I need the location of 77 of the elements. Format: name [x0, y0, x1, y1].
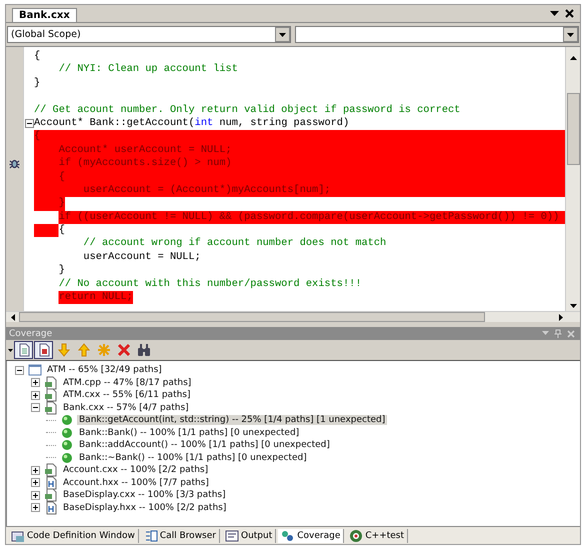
scroll-left-icon[interactable] — [10, 312, 16, 322]
ball-icon — [60, 426, 74, 440]
tree-item[interactable]: Bank::getAccount(int, std::string) -- 25% [1/4 paths] [1 unexpected] — [77, 415, 388, 426]
code-line: } — [34, 76, 40, 90]
code-text: int — [194, 116, 214, 129]
code-line: // Get acount number. Only return valid object if password is correct — [34, 104, 460, 117]
tab-icon — [349, 528, 364, 542]
ball-icon — [60, 450, 74, 465]
dropdown-field[interactable] — [295, 26, 579, 43]
toolbar-button[interactable] — [14, 341, 33, 359]
dropdown-icon[interactable] — [8, 348, 13, 352]
ball-icon — [60, 438, 74, 452]
tree-item[interactable]: Bank::Bank() -- 100% [1/1 paths] [0 unexpected] — [77, 428, 302, 438]
code-line: } — [58, 264, 65, 278]
source-file-icon — [44, 488, 58, 502]
binoculars-icon — [136, 342, 152, 358]
scroll-up-icon[interactable] — [568, 55, 578, 61]
code-text: Account* Bank::getAccount( — [34, 116, 195, 129]
code-line: { — [34, 50, 40, 64]
tab-icon — [144, 528, 158, 542]
dropdown-icon[interactable] — [550, 10, 559, 16]
panel-tab[interactable]: Code Definition Window — [8, 528, 139, 542]
header-file-icon — [44, 476, 58, 490]
scroll-right-icon[interactable] — [558, 312, 564, 322]
tree-item[interactable]: ATM -- 65% [32/49 paths] — [45, 365, 164, 376]
tab-icon — [11, 528, 25, 542]
panel-tab[interactable]: Call Browser — [140, 528, 220, 542]
code-line: // NYI: Clean up account list — [58, 63, 238, 77]
document-tab[interactable]: Bank.cxx — [12, 8, 77, 22]
close-icon[interactable] — [565, 9, 574, 18]
dropdown-field[interactable]: (Global Scope) — [7, 26, 291, 43]
tab-icon — [224, 528, 239, 542]
toolbar-button[interactable] — [34, 341, 53, 359]
scroll-thumb[interactable] — [19, 312, 485, 322]
code-line: userAccount = NULL; — [82, 250, 201, 264]
down-arrow-icon — [56, 342, 72, 358]
code-line: // account wrong if account number does not match — [82, 237, 386, 251]
tree-item[interactable]: BaseDisplay.hxx -- 100% [2/2 paths] — [61, 502, 228, 513]
tree-item[interactable]: Bank::~Bank() -- 100% [1/1 paths] [0 unexpected] — [77, 452, 309, 463]
panel-tab[interactable]: Coverage — [278, 528, 344, 542]
scroll-thumb[interactable] — [566, 93, 580, 165]
source-file-icon — [44, 376, 58, 390]
collapse-icon[interactable] — [30, 403, 40, 412]
tree-item[interactable]: ATM.cxx -- 55% [6/11 paths] — [61, 390, 193, 400]
source-file-icon — [44, 463, 58, 478]
dropdown-arrow-icon[interactable] — [567, 32, 574, 36]
tree-item[interactable]: Account.hxx -- 100% [7/7 paths] — [61, 478, 211, 488]
vertical-scrollbar[interactable] — [565, 47, 580, 311]
header-file-icon — [44, 500, 58, 515]
scroll-down-icon[interactable] — [568, 303, 578, 309]
tree-item[interactable]: ATM.cpp -- 47% [8/17 paths] — [61, 378, 194, 388]
tab-icon — [281, 528, 296, 542]
tree-item[interactable]: Bank.cxx -- 57% [4/7 paths] — [61, 402, 191, 413]
dropdown-arrow-icon[interactable] — [279, 32, 286, 36]
expand-icon[interactable] — [30, 478, 40, 488]
expand-icon[interactable] — [30, 390, 40, 400]
expand-icon[interactable] — [30, 490, 40, 500]
panel-tab[interactable]: C++test — [346, 528, 408, 542]
up-arrow-icon — [76, 342, 92, 358]
panel-tab[interactable]: Output — [222, 528, 276, 542]
code-line: // No account with this number/password exists!!! — [58, 278, 362, 292]
tree-item[interactable]: Bank::addAccount() -- 100% [1/1 paths] [0 unexpected] — [77, 440, 332, 450]
tree-item[interactable]: BaseDisplay.cxx -- 100% [3/3 paths] — [61, 490, 228, 500]
expand-icon[interactable] — [30, 503, 40, 512]
expand-icon[interactable] — [30, 466, 40, 475]
collapse-icon[interactable] — [24, 119, 34, 128]
horizontal-scrollbar[interactable] — [6, 311, 580, 322]
source-file-icon — [44, 388, 58, 402]
code-text: num, string password) — [218, 116, 350, 129]
source-file-icon — [44, 400, 58, 415]
expand-icon[interactable] — [30, 378, 40, 388]
asterisk-icon — [96, 342, 112, 358]
panel-title: Coverage — [9, 328, 52, 338]
delete-icon — [116, 342, 132, 358]
tree-item[interactable]: Account.cxx -- 100% [2/2 paths] — [61, 465, 210, 476]
ball-icon — [60, 413, 74, 428]
collapse-icon[interactable] — [14, 366, 24, 375]
